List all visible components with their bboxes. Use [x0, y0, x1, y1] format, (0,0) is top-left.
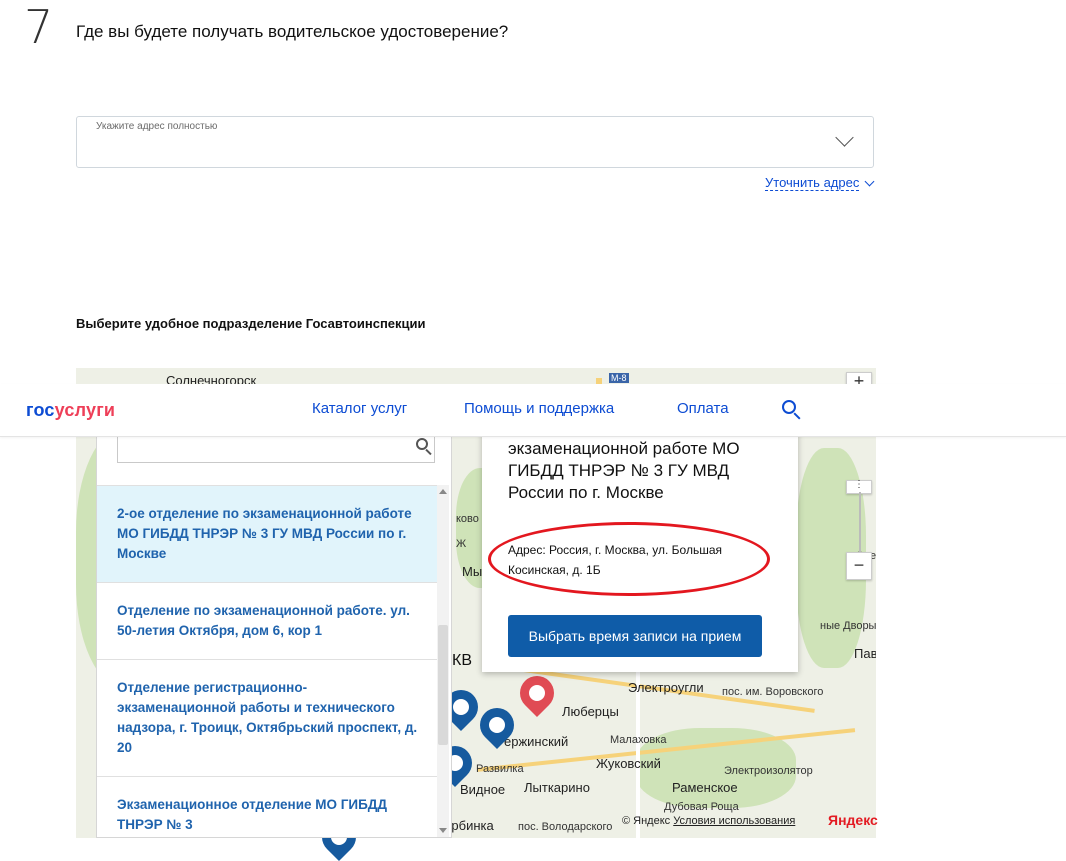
- map-label: ково: [456, 513, 479, 525]
- map-label: пос. Володарского: [518, 821, 613, 833]
- nav-catalog[interactable]: Каталог услуг: [312, 400, 407, 417]
- list-scrollbar[interactable]: [437, 485, 449, 837]
- map-label: Мы: [462, 564, 483, 579]
- list-item[interactable]: Экзаменационное отделение МО ГИБДД ТНРЭР…: [97, 776, 439, 837]
- map-label: Ж: [456, 538, 467, 550]
- map-label: Люберцы: [562, 704, 619, 719]
- list-item[interactable]: 2-ое отделение по экзаменационной работе…: [97, 485, 439, 582]
- list-item[interactable]: Отделение по экзаменационной работе. ул.…: [97, 582, 439, 659]
- scroll-down-icon[interactable]: [439, 828, 447, 833]
- list-item[interactable]: Отделение регистрационно-экзаменационной…: [97, 659, 439, 776]
- map-label: КВ: [452, 652, 472, 669]
- map-label: Лыткарино: [524, 780, 590, 795]
- map-label: Раменское: [672, 780, 738, 795]
- map-label: Дубовая Роща: [664, 801, 739, 813]
- chevron-down-icon: [864, 176, 875, 187]
- step-number: 7: [24, 0, 54, 54]
- map-label: Жуковский: [596, 756, 661, 771]
- office-list[interactable]: 2-ое отделение по экзаменационной работе…: [96, 436, 452, 838]
- map-label: Павлов: [854, 646, 876, 661]
- map-label: ержинский: [504, 734, 569, 749]
- zoom-slider-track[interactable]: [859, 492, 861, 554]
- section-title: Выберите удобное подразделение Госавтоин…: [76, 316, 426, 331]
- clarify-address-link[interactable]: Уточнить адрес: [765, 176, 860, 191]
- terms-link[interactable]: Условия использования: [673, 815, 795, 827]
- address-highlight-ellipse: [488, 522, 770, 596]
- map-label: Электроизолятор: [724, 765, 813, 777]
- map-label: Малаховка: [610, 734, 667, 746]
- site-header: госуслуги Каталог услуг Помощь и поддерж…: [0, 384, 1066, 437]
- map-label: Развилка: [476, 763, 524, 775]
- gosuslugi-logo[interactable]: госуслуги: [26, 400, 115, 421]
- scroll-up-icon[interactable]: [439, 489, 447, 494]
- step-question: Где вы будете получать водительское удос…: [76, 22, 509, 41]
- map-label: пос. им. Воровского: [722, 686, 824, 698]
- search-icon[interactable]: [782, 400, 796, 414]
- nav-help[interactable]: Помощь и поддержка: [464, 400, 614, 417]
- search-icon[interactable]: [416, 438, 428, 450]
- address-placeholder: Укажите адрес полностью: [96, 121, 218, 132]
- office-list-items: 2-ое отделение по экзаменационной работе…: [97, 485, 439, 837]
- popup-office-name: экзаменационной работе МО ГИБДД ТНРЭР № …: [508, 439, 740, 502]
- nav-payment[interactable]: Оплата: [677, 400, 729, 417]
- map-label: Электроугли: [628, 680, 704, 695]
- scrollbar-thumb[interactable]: [438, 625, 448, 745]
- yandex-logo: Яндекс: [828, 812, 878, 828]
- map-label: М-8: [609, 373, 629, 383]
- map-label: ные Дворы: [820, 620, 876, 632]
- office-search-input[interactable]: [117, 437, 435, 463]
- address-select[interactable]: Укажите адрес полностью: [76, 116, 874, 168]
- zoom-out-button[interactable]: −: [846, 552, 872, 580]
- select-time-button[interactable]: Выбрать время записи на прием: [508, 615, 762, 657]
- map-label: Видное: [460, 782, 506, 797]
- map-copyright: © Яндекс Условия использования: [622, 815, 796, 827]
- chevron-down-icon[interactable]: [835, 128, 854, 147]
